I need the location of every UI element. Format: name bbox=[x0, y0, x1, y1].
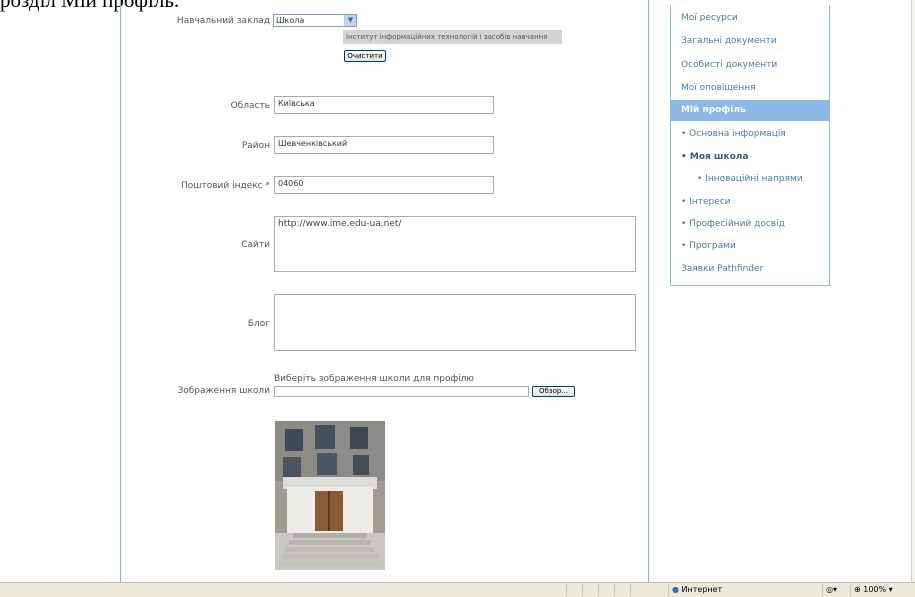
browse-button[interactable]: Обзор... bbox=[532, 386, 575, 397]
menu-item-professional-experience[interactable]: • Професійний досвід bbox=[681, 219, 785, 229]
menu-item-basic-info[interactable]: • Основна інформація bbox=[681, 129, 786, 139]
image-hint: Виберіть зображення школи для профілю bbox=[274, 374, 475, 384]
internet-zone: ● Интернет bbox=[668, 584, 822, 596]
chevron-down-icon[interactable]: ▼ bbox=[344, 15, 356, 26]
internet-zone-label: Интернет bbox=[681, 585, 723, 594]
school-building-image bbox=[275, 421, 385, 570]
menu-item-interests[interactable]: • Інтереси bbox=[681, 197, 731, 207]
zoom-control[interactable]: ⊕ 100% ▾ bbox=[850, 584, 914, 596]
globe-icon: ● bbox=[672, 585, 679, 594]
menu-item-my-notifications[interactable]: Мої оповіщення bbox=[681, 83, 756, 93]
school-label: Навчальний заклад bbox=[176, 16, 270, 26]
page-caption: розділ Мій профіль. bbox=[0, 0, 180, 12]
blog-label: Блог bbox=[247, 319, 270, 329]
school-image-file-input[interactable] bbox=[274, 386, 529, 397]
menu-item-programs[interactable]: • Програми bbox=[681, 241, 736, 251]
menu-item-my-school[interactable]: • Моя школа bbox=[681, 152, 748, 162]
postal-code-label: Поштовий індекс * bbox=[180, 181, 270, 191]
postal-code-field[interactable]: 04060 bbox=[274, 176, 494, 194]
status-cell bbox=[630, 584, 648, 596]
school-photo bbox=[275, 421, 385, 570]
status-bar: ● Интернет ◎▾ ⊕ 100% ▾ bbox=[0, 582, 915, 597]
region-label: Область bbox=[230, 101, 270, 111]
menu-item-my-resources[interactable]: Мої ресурси bbox=[681, 13, 738, 23]
profile-side-menu: Мої ресурси Загальні документи Особисті … bbox=[670, 5, 830, 286]
menu-item-personal-documents[interactable]: Особисті документи bbox=[681, 60, 777, 70]
zoom-icon: ⊕ bbox=[854, 585, 861, 594]
school-type-select[interactable]: Школа ▼ bbox=[273, 14, 357, 27]
menu-item-pathfinder-requests[interactable]: Заявки Pathfinder bbox=[681, 264, 763, 274]
menu-item-innovation-areas[interactable]: • Інноваційні напрями bbox=[697, 174, 803, 184]
vertical-scrollbar[interactable] bbox=[911, 0, 915, 582]
region-field[interactable]: Київська bbox=[274, 96, 494, 114]
school-type-value: Школа bbox=[276, 16, 305, 25]
clear-button[interactable]: Очистити bbox=[344, 50, 386, 62]
zoom-level: 100% bbox=[863, 585, 887, 594]
sites-label: Сайти bbox=[241, 240, 270, 250]
blog-textarea[interactable] bbox=[274, 294, 636, 351]
school-name-display: Інститут інформаційних технологій і засо… bbox=[343, 30, 562, 44]
menu-item-shared-documents[interactable]: Загальні документи bbox=[681, 36, 777, 46]
sites-textarea[interactable]: http://www.ime.edu-ua.net/ bbox=[274, 216, 636, 272]
district-field[interactable]: Шевченківський bbox=[274, 136, 494, 154]
school-image-label: Зображення школи bbox=[177, 386, 270, 396]
content-right-border bbox=[648, 0, 649, 582]
menu-item-my-profile[interactable]: Мій профіль bbox=[671, 100, 829, 121]
district-label: Район bbox=[241, 141, 270, 151]
protected-mode-icon[interactable]: ◎▾ bbox=[822, 584, 850, 596]
chevron-down-icon: ▾ bbox=[888, 585, 893, 594]
content-left-border bbox=[120, 0, 121, 582]
